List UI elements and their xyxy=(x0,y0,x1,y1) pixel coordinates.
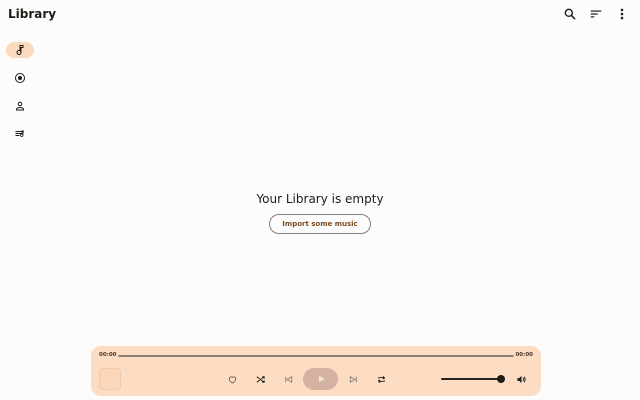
empty-state-title: Your Library is empty xyxy=(256,192,384,206)
playlist-icon xyxy=(15,130,24,137)
rail-item-albums[interactable] xyxy=(6,70,34,86)
volume-icon[interactable] xyxy=(515,373,527,385)
import-music-button[interactable]: Import some music xyxy=(269,214,371,234)
skip-previous-icon[interactable] xyxy=(277,368,299,390)
rail-item-artists[interactable] xyxy=(6,98,34,114)
volume-slider[interactable] xyxy=(441,375,505,383)
seek-bar[interactable] xyxy=(118,354,514,357)
search-icon[interactable] xyxy=(560,4,580,24)
volume-slider-thumb[interactable] xyxy=(497,375,505,383)
shuffle-icon[interactable] xyxy=(249,368,271,390)
page-title: Library xyxy=(8,7,57,21)
repeat-icon[interactable] xyxy=(370,368,392,390)
rail-item-playlists[interactable] xyxy=(6,126,34,142)
playback-controls xyxy=(221,368,392,390)
navigation-rail xyxy=(6,42,34,146)
play-icon xyxy=(318,375,325,383)
empty-state: Your Library is empty Import some music xyxy=(0,191,640,234)
sort-icon[interactable] xyxy=(586,4,606,24)
play-button[interactable] xyxy=(303,368,338,390)
person-icon xyxy=(16,101,24,111)
music-note-icon xyxy=(16,45,24,55)
more-vert-icon[interactable] xyxy=(612,4,632,24)
skip-next-icon[interactable] xyxy=(342,368,364,390)
album-icon xyxy=(15,73,25,83)
current-time: 00:00 xyxy=(99,352,117,358)
top-app-bar-actions xyxy=(560,4,632,24)
rail-item-songs[interactable] xyxy=(6,42,34,58)
album-art[interactable] xyxy=(99,368,121,390)
total-time: 00:00 xyxy=(515,352,533,358)
now-playing-bar: 00:00 00:00 xyxy=(91,346,541,396)
heart-icon[interactable] xyxy=(221,368,243,390)
